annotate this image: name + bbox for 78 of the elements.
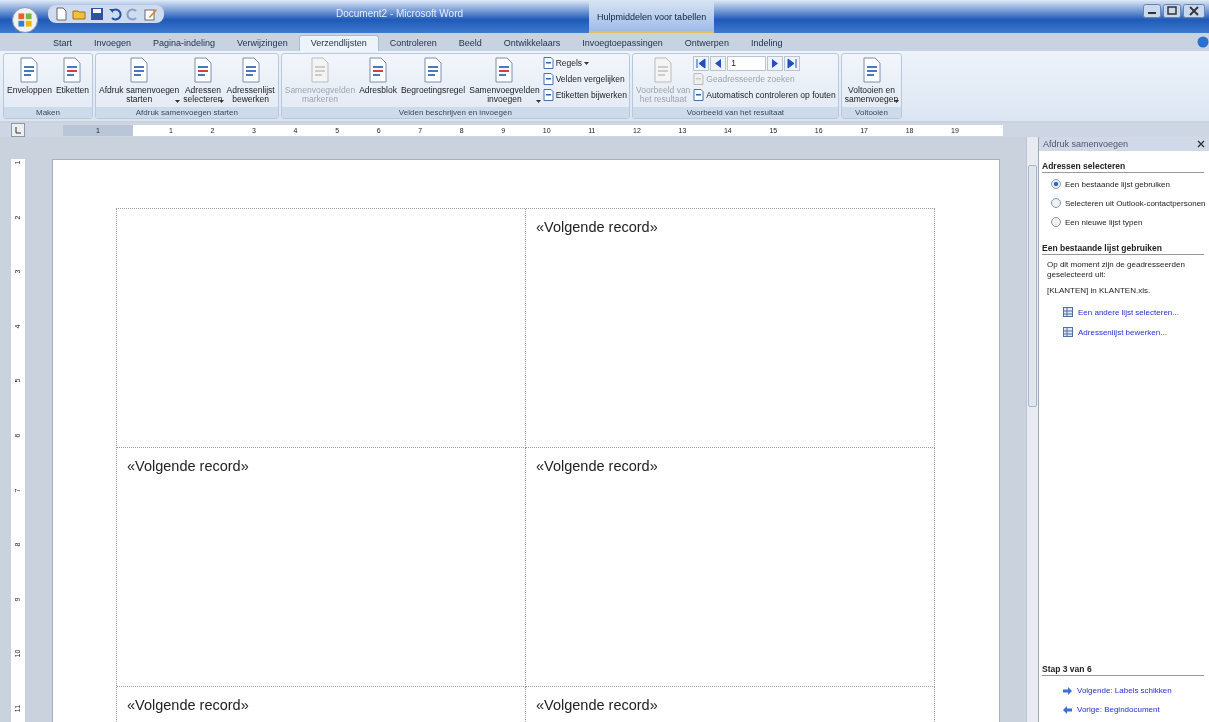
next-record-icon[interactable] bbox=[767, 56, 784, 71]
group-label: Voorbeeld van het resultaat bbox=[633, 107, 838, 118]
ribbon-button[interactable]: Afdruk samenvoegen starten bbox=[98, 56, 181, 105]
ribbon-tab[interactable]: Indeling bbox=[739, 36, 794, 51]
record-number-field[interactable]: 1 bbox=[727, 56, 767, 71]
section-heading: Adressen selecteren bbox=[1042, 161, 1204, 173]
ribbon-tab[interactable]: Ontwikkelaars bbox=[492, 36, 572, 51]
merge-field: «Volgende record» bbox=[536, 458, 658, 474]
new-document-icon[interactable] bbox=[54, 6, 68, 21]
undo-icon[interactable] bbox=[108, 6, 122, 21]
document-icon bbox=[542, 89, 554, 101]
ribbon-tab[interactable]: Beeld bbox=[447, 36, 493, 51]
radio-option[interactable]: Een bestaande lijst gebruiken bbox=[1051, 179, 1209, 189]
ribbon-tab[interactable]: Pagina-indeling bbox=[142, 36, 227, 51]
step-heading: Stap 3 van 6 bbox=[1042, 664, 1204, 676]
ribbon-button[interactable]: Samenvoegvelden invoegen bbox=[468, 56, 541, 105]
save-icon[interactable] bbox=[90, 6, 104, 21]
radio-button[interactable] bbox=[1051, 217, 1061, 227]
left-arrow-icon bbox=[1063, 705, 1072, 714]
ribbon-tab[interactable]: Controleren bbox=[378, 36, 448, 51]
pane-link[interactable]: Adressenlijst bewerken... bbox=[1078, 327, 1167, 337]
merge-field: «Volgende record» bbox=[127, 697, 249, 713]
group-label: Voltooien bbox=[841, 107, 902, 118]
ribbon-tab[interactable]: Start bbox=[42, 36, 83, 51]
vertical-scrollbar[interactable] bbox=[1026, 137, 1038, 722]
merge-field: «Volgende record» bbox=[536, 697, 658, 713]
ribbon-tab[interactable]: Ontwerpen bbox=[673, 36, 740, 51]
previous-record-icon[interactable] bbox=[710, 56, 727, 71]
tab-selector-icon[interactable] bbox=[11, 123, 25, 137]
merge-field: «Volgende record» bbox=[127, 458, 249, 474]
list-icon bbox=[1063, 327, 1073, 337]
ribbon-button[interactable]: Begroetingsregel bbox=[399, 56, 467, 96]
first-record-icon[interactable] bbox=[693, 56, 710, 71]
document-icon bbox=[542, 73, 554, 85]
ribbon-button[interactable]: Adressen selecteren bbox=[182, 56, 224, 105]
edit-icon[interactable] bbox=[144, 6, 158, 21]
ribbon-button[interactable]: Voltooien en samenvoegen bbox=[843, 56, 900, 105]
previous-step-link[interactable]: Vorige: Begindocument bbox=[1077, 705, 1160, 714]
task-pane-title: Afdruk samenvoegen bbox=[1043, 139, 1129, 149]
radio-button[interactable] bbox=[1051, 198, 1061, 208]
ribbon-button[interactable]: Etiketten bijwerken bbox=[542, 88, 627, 102]
minimize-icon[interactable] bbox=[1143, 4, 1161, 18]
ribbon-button[interactable]: Automatisch controleren op fouten bbox=[693, 88, 836, 102]
office-button[interactable] bbox=[12, 6, 38, 33]
list-icon bbox=[1063, 307, 1073, 317]
group-label: Maken bbox=[4, 107, 92, 118]
window-title: Document2 - Microsoft Word bbox=[336, 8, 464, 19]
pane-link[interactable]: Een andere lijst selecteren... bbox=[1078, 307, 1179, 317]
radio-option[interactable]: Selecteren uit Outlook-contactpersonen bbox=[1051, 198, 1209, 208]
group-label: Afdruk samenvoegen starten bbox=[96, 107, 278, 118]
ribbon-button[interactable]: Regels bbox=[542, 56, 627, 70]
right-arrow-icon bbox=[1063, 686, 1072, 695]
document-icon bbox=[693, 73, 705, 85]
ribbon-button[interactable]: Enveloppen bbox=[6, 56, 53, 96]
ribbon-tab[interactable]: Verwijzingen bbox=[226, 36, 299, 51]
last-record-icon[interactable] bbox=[784, 56, 801, 71]
contextual-tab-label: Hulpmiddelen voor tabellen bbox=[589, 0, 715, 33]
pane-text: Op dit moment zijn de geadresseerden geselecteerd uit: bbox=[1047, 260, 1186, 280]
ribbon-tab[interactable]: Invoegen bbox=[83, 36, 143, 51]
group-label: Velden beschrijven en invoegen bbox=[281, 107, 629, 118]
ribbon-tab[interactable]: Invoegtoepassingen bbox=[571, 36, 674, 51]
maximize-icon[interactable] bbox=[1163, 4, 1181, 18]
logo-icon bbox=[16, 10, 34, 29]
pane-text: [KLANTEN] in KLANTEN.xls. bbox=[1047, 286, 1152, 296]
merge-field: «Volgende record» bbox=[536, 219, 658, 235]
ribbon-button[interactable]: Etiketten bbox=[54, 56, 90, 96]
ribbon-button[interactable]: Adressenlijst bewerken bbox=[225, 56, 276, 105]
ribbon-button[interactable]: Velden vergelijken bbox=[542, 72, 627, 86]
document-icon bbox=[542, 57, 554, 69]
ribbon-button[interactable]: Adresblok bbox=[358, 56, 398, 96]
document-icon bbox=[693, 89, 705, 101]
close-icon[interactable] bbox=[1183, 4, 1205, 18]
next-step-link[interactable]: Volgende: Labels schikken bbox=[1077, 686, 1172, 695]
section-heading: Een bestaande lijst gebruiken bbox=[1042, 243, 1204, 255]
close-icon[interactable] bbox=[1197, 140, 1205, 148]
ribbon-tab[interactable]: Verzendlijsten bbox=[298, 35, 379, 51]
radio-button[interactable] bbox=[1051, 179, 1061, 189]
radio-option[interactable]: Een nieuwe lijst typen bbox=[1051, 217, 1209, 227]
